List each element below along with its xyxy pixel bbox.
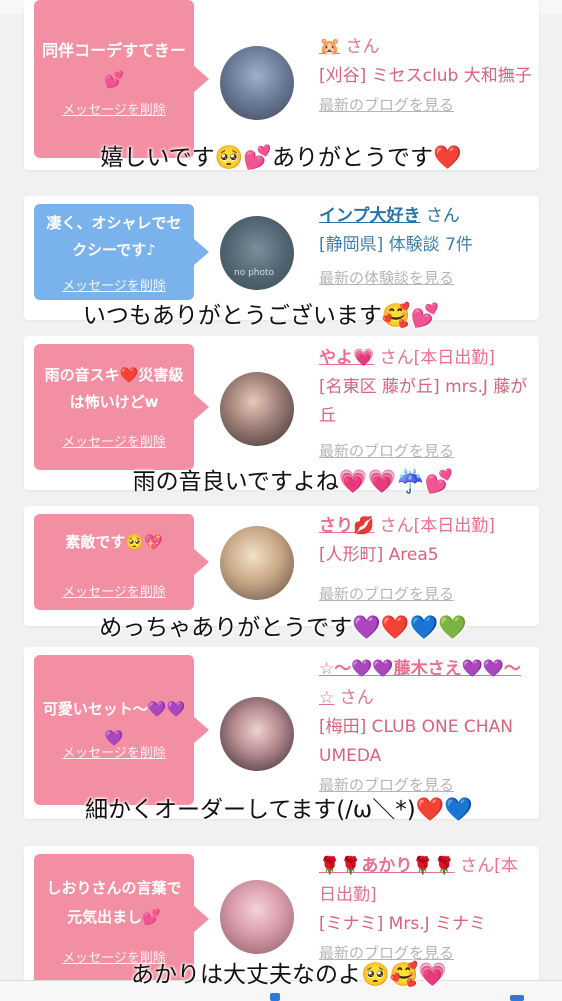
user-info: 🐹 さん [刈谷] ミセスclub 大和撫子 最新のブログを見る bbox=[319, 33, 534, 120]
user-name[interactable]: やよ💗 bbox=[319, 348, 374, 368]
message-text: 凄く、オシャレでセクシーです♪ bbox=[46, 214, 182, 259]
message-bubble: 素敵です🥺💖 メッセージを削除 bbox=[34, 514, 209, 610]
user-info: インプ大好き さん [静岡県] 体験談 7件 最新の体験談を見る bbox=[319, 202, 534, 293]
user-info: やよ💗 さん[本日出勤] [名東区 藤が丘] mrs.J 藤が丘 最新のブログを… bbox=[319, 344, 534, 466]
user-location: [刈谷] ミセスclub 大和撫子 bbox=[319, 66, 532, 86]
user-name[interactable]: 🐹 bbox=[319, 37, 340, 57]
caption-overlay: 嬉しいです🥺💕ありがとうです❤️ bbox=[100, 145, 462, 171]
delete-message-link[interactable]: メッセージを削除 bbox=[34, 581, 194, 600]
caption-overlay: めっちゃありがとうです💜❤️💙💚 bbox=[99, 615, 467, 641]
message-text: 雨の音スキ❤️災害級は怖いけどw bbox=[44, 366, 184, 411]
message-bubble: 同伴コーデすてきー💕 メッセージを削除 bbox=[34, 0, 209, 158]
avatar[interactable] bbox=[220, 880, 294, 954]
user-location: [梅田] CLUB ONE CHAN UMEDA bbox=[319, 717, 513, 766]
user-info: さり💋 さん[本日出勤] [人形町] Area5 最新のブログを見る bbox=[319, 512, 534, 609]
user-honorific: さん bbox=[345, 37, 380, 57]
delete-message-link[interactable]: メッセージを削除 bbox=[34, 275, 194, 294]
user-location: [静岡県] 体験談 7件 bbox=[319, 235, 473, 255]
avatar[interactable] bbox=[220, 697, 294, 771]
latest-link[interactable]: 最新のブログを見る bbox=[319, 91, 534, 120]
latest-link[interactable]: 最新のブログを見る bbox=[319, 580, 534, 609]
user-honorific: さん[本日出勤] bbox=[379, 516, 495, 536]
message-bubble: 凄く、オシャレでセクシーです♪ メッセージを削除 bbox=[34, 204, 209, 300]
caption-overlay: あかりは大丈夫なのよ🥺🥰💗 bbox=[131, 962, 447, 988]
user-info: 🌹🌹あかり🌹🌹 さん[本日出勤] [ミナミ] Mrs.J ミナミ 最新のブログを… bbox=[319, 852, 534, 968]
message-bubble: 可愛いセット〜💜💜💜 メッセージを削除 bbox=[34, 655, 209, 805]
user-name[interactable]: インプ大好き bbox=[319, 206, 421, 226]
user-location: [人形町] Area5 bbox=[319, 545, 439, 565]
message-text: 素敵です🥺💖 bbox=[65, 533, 163, 551]
delete-message-link[interactable]: メッセージを削除 bbox=[34, 431, 194, 450]
avatar[interactable] bbox=[220, 372, 294, 446]
tabs-icon[interactable] bbox=[510, 995, 524, 1001]
message-text: 同伴コーデすてきー💕 bbox=[42, 41, 186, 89]
user-honorific: さん bbox=[425, 206, 460, 226]
avatar[interactable] bbox=[220, 526, 294, 600]
no-photo-label: no photo bbox=[234, 268, 275, 278]
user-name[interactable]: 🌹🌹あかり🌹🌹 bbox=[319, 856, 455, 876]
avatar[interactable]: no photo bbox=[220, 216, 294, 290]
user-honorific: さん[本日出勤] bbox=[379, 348, 495, 368]
message-text: 可愛いセット〜💜💜💜 bbox=[42, 700, 186, 747]
caption-overlay: 細かくオーダーしてます(/ω＼*)❤️💙 bbox=[85, 797, 473, 823]
avatar[interactable] bbox=[220, 46, 294, 120]
user-info: ☆〜💜💜藤木さえ💜💜〜☆ さん [梅田] CLUB ONE CHAN UMEDA… bbox=[319, 655, 534, 800]
delete-message-link[interactable]: メッセージを削除 bbox=[34, 742, 194, 761]
user-name[interactable]: さり💋 bbox=[319, 516, 374, 536]
latest-link[interactable]: 最新の体験談を見る bbox=[319, 264, 534, 293]
caption-overlay: いつもありがとうございます🥰💕 bbox=[82, 303, 440, 329]
message-text: しおりさんの言葉で元気出まし💕 bbox=[46, 879, 182, 926]
message-bubble: 雨の音スキ❤️災害級は怖いけどw メッセージを削除 bbox=[34, 344, 209, 470]
user-location: [名東区 藤が丘] mrs.J 藤が丘 bbox=[319, 377, 528, 426]
caption-overlay: 雨の音良いですよね💗💗☔️💕 bbox=[132, 469, 454, 495]
user-location: [ミナミ] Mrs.J ミナミ bbox=[319, 914, 487, 934]
user-honorific: さん bbox=[339, 688, 374, 708]
delete-message-link[interactable]: メッセージを削除 bbox=[34, 99, 194, 118]
